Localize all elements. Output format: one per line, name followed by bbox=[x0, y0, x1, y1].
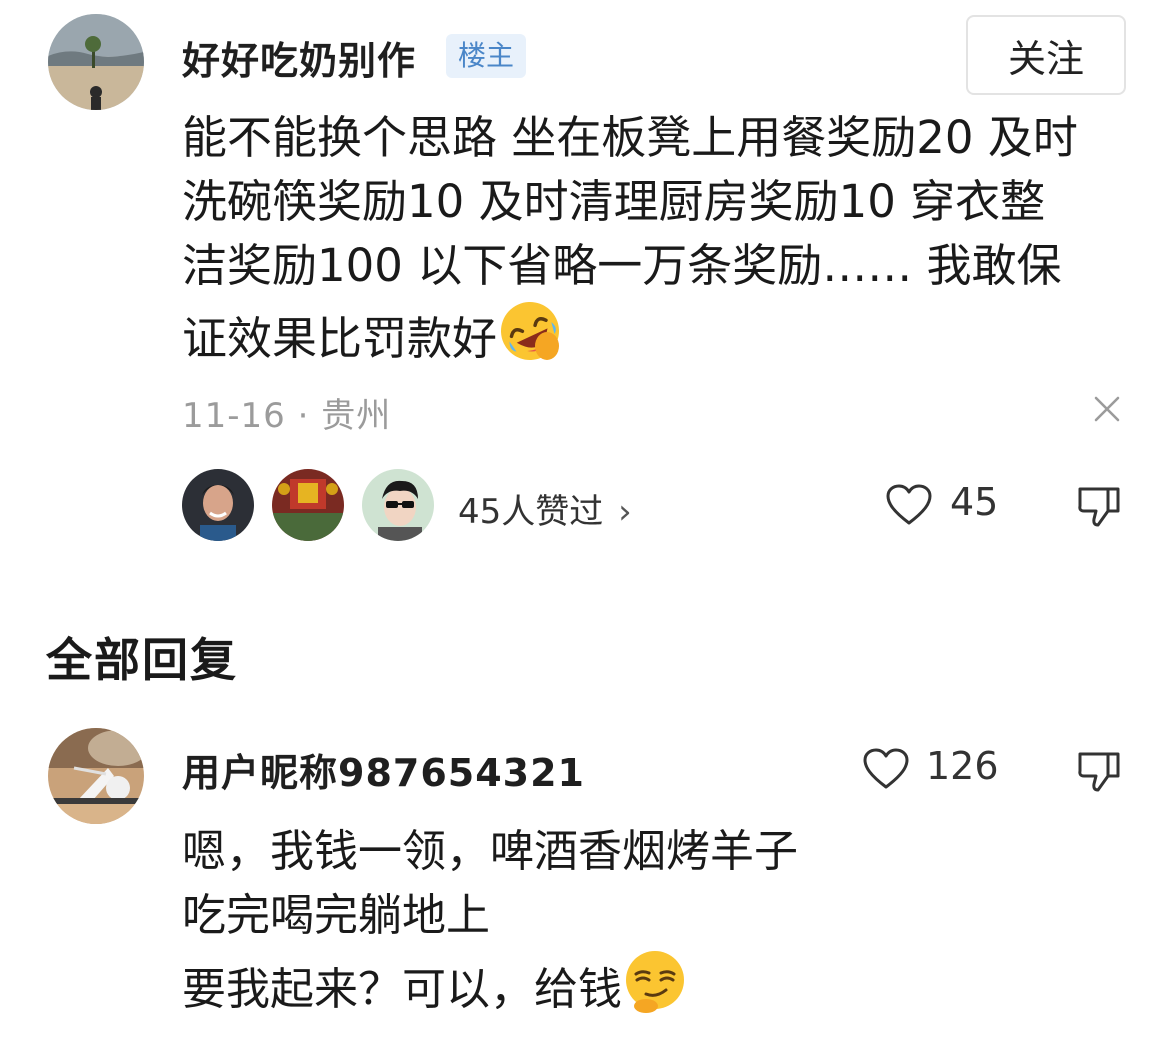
reply-line-last: 要我起来？可以，给钱 bbox=[182, 948, 798, 1022]
smirk-emoji bbox=[622, 948, 688, 1014]
liker-avatar[interactable] bbox=[272, 469, 344, 541]
reply-avatar[interactable] bbox=[48, 728, 144, 824]
reply-line: 嗯，我钱一领，啤酒香烟烤羊子 bbox=[182, 826, 798, 877]
dislike-icon[interactable] bbox=[1076, 748, 1122, 798]
op-badge: 楼主 bbox=[446, 34, 527, 78]
op-avatar[interactable] bbox=[48, 14, 144, 110]
follow-button[interactable]: 关注 bbox=[966, 15, 1126, 95]
heart-icon[interactable] bbox=[885, 483, 933, 531]
close-icon[interactable] bbox=[1092, 394, 1122, 428]
heart-icon[interactable] bbox=[862, 747, 910, 795]
chevron-right-icon: › bbox=[618, 492, 632, 532]
post-date: 11-16 bbox=[182, 396, 286, 436]
post-line: 洁奖励100 以下省略一万条奖励…… 我敢保 bbox=[182, 239, 1062, 292]
reply-line: 要我起来？可以，给钱 bbox=[182, 964, 622, 1015]
likers-link[interactable]: 45人赞过 › bbox=[458, 484, 632, 533]
likers-text: 45人赞过 bbox=[458, 492, 604, 532]
reply-like-count: 126 bbox=[926, 744, 999, 788]
meta-separator: · bbox=[297, 396, 310, 436]
post-line: 证效果比罚款好 bbox=[182, 312, 498, 365]
dislike-icon[interactable] bbox=[1076, 483, 1122, 533]
post-location: 贵州 bbox=[321, 396, 392, 436]
all-replies-title: 全部回复 bbox=[46, 633, 238, 687]
follow-button-label: 关注 bbox=[1007, 36, 1084, 81]
reply-line: 吃完喝完躺地上 bbox=[182, 890, 490, 941]
rofl-emoji bbox=[497, 298, 563, 364]
post-meta: 11-16 · 贵州 bbox=[182, 388, 391, 437]
post-line-last: 证效果比罚款好 bbox=[182, 298, 1142, 371]
liker-avatar[interactable] bbox=[182, 469, 254, 541]
reply-body: 嗯，我钱一领，啤酒香烟烤羊子 吃完喝完躺地上 要我起来？可以，给钱 bbox=[182, 820, 798, 1022]
reply-username[interactable]: 用户昵称987654321 bbox=[182, 742, 585, 797]
op-username[interactable]: 好好吃奶别作 bbox=[182, 30, 416, 85]
post-line: 洗碗筷奖励10 及时清理厨房奖励10 穿衣整 bbox=[182, 175, 1046, 228]
liker-avatar[interactable] bbox=[362, 469, 434, 541]
post-line: 能不能换个思路 坐在板凳上用餐奖励20 及时 bbox=[182, 111, 1078, 164]
post-like-count: 45 bbox=[950, 480, 999, 524]
post-body: 能不能换个思路 坐在板凳上用餐奖励20 及时 洗碗筷奖励10 及时清理厨房奖励1… bbox=[182, 106, 1142, 371]
